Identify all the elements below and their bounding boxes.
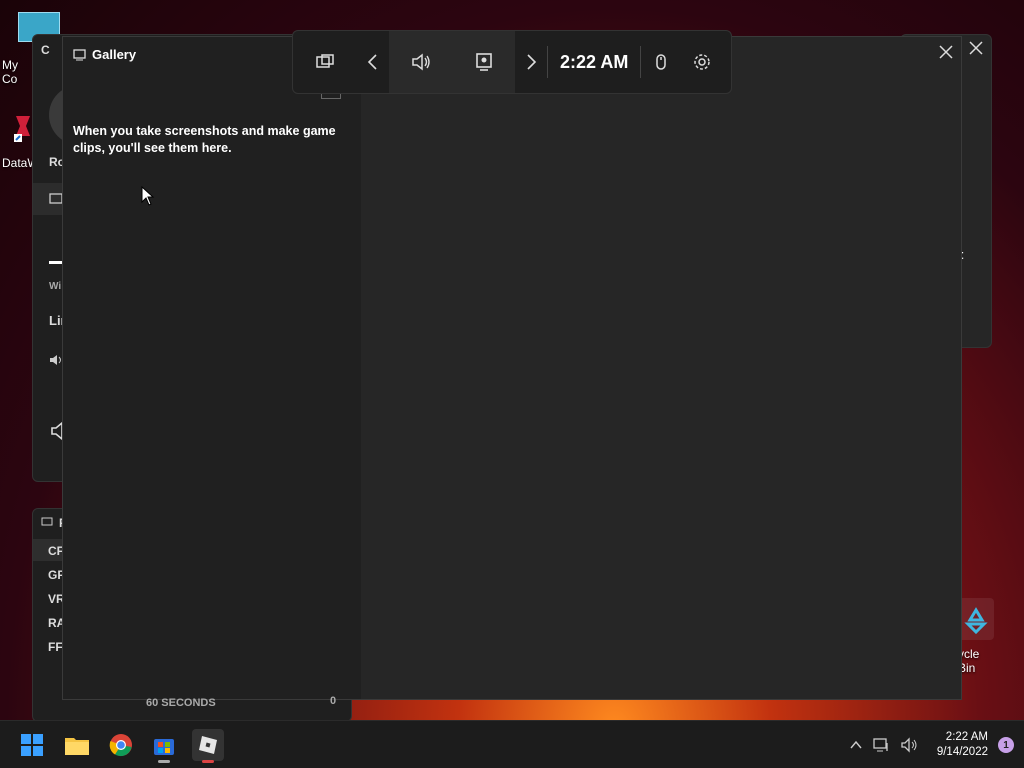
chrome-icon bbox=[109, 734, 132, 757]
gallery-icon bbox=[73, 48, 86, 60]
recycle-bin-icon bbox=[958, 598, 994, 640]
widget-close-button[interactable] bbox=[965, 37, 987, 59]
capture-button[interactable] bbox=[453, 31, 515, 93]
active-indicator bbox=[202, 760, 214, 763]
gallery-title: Gallery bbox=[73, 47, 136, 62]
mouse-button[interactable] bbox=[641, 31, 681, 93]
settings-button[interactable] bbox=[681, 31, 723, 93]
speaker-icon[interactable] bbox=[49, 353, 63, 367]
taskbar: 2:22 AM 9/14/2022 1 bbox=[0, 720, 1024, 768]
audio-button[interactable] bbox=[389, 31, 453, 93]
widget-menu-icon bbox=[316, 54, 334, 68]
volume-icon[interactable] bbox=[901, 737, 919, 753]
windows-logo-icon bbox=[21, 734, 43, 756]
taskbar-clock[interactable]: 2:22 AM 9/14/2022 bbox=[937, 730, 988, 760]
roblox-icon bbox=[199, 736, 217, 754]
chevron-right-icon bbox=[527, 54, 537, 70]
screenshot-icon bbox=[49, 193, 63, 204]
speaker-icon bbox=[412, 53, 430, 71]
progress-indicator bbox=[49, 261, 63, 264]
capture-row-label: Wi bbox=[49, 281, 62, 292]
taskbar-chrome[interactable] bbox=[105, 729, 137, 761]
taskbar-roblox[interactable] bbox=[192, 729, 224, 763]
next-button[interactable] bbox=[515, 31, 547, 93]
record-duration-value: 0 bbox=[330, 695, 337, 707]
notification-badge[interactable]: 1 bbox=[998, 737, 1014, 753]
game-bar-clock: 2:22 AM bbox=[560, 51, 629, 72]
clock-time: 2:22 AM bbox=[945, 731, 988, 743]
chevron-left-icon bbox=[367, 54, 377, 70]
mouse-icon bbox=[656, 54, 667, 70]
taskbar-file-explorer[interactable] bbox=[61, 729, 93, 761]
capture-icon bbox=[476, 53, 492, 71]
system-tray: 2:22 AM 9/14/2022 1 bbox=[849, 721, 1014, 768]
close-icon bbox=[939, 45, 953, 59]
network-icon[interactable] bbox=[873, 737, 891, 753]
chevron-up-icon[interactable] bbox=[849, 738, 863, 752]
store-icon bbox=[154, 739, 174, 755]
record-duration-label: 60 SECONDS bbox=[146, 697, 216, 709]
running-indicator bbox=[158, 760, 170, 763]
desktop-icon-label: My Co bbox=[2, 58, 18, 86]
gallery-window: Gallery When you take screenshots and ma… bbox=[62, 36, 962, 700]
empty-gallery-message: When you take screenshots and make game … bbox=[73, 124, 336, 155]
clock-date: 9/14/2022 bbox=[936, 746, 988, 758]
gallery-close-button[interactable] bbox=[935, 41, 957, 63]
folder-icon bbox=[65, 738, 89, 755]
gallery-sidebar: Gallery When you take screenshots and ma… bbox=[63, 37, 361, 699]
perf-row-label[interactable]: FF bbox=[48, 640, 63, 654]
gallery-title-text: Gallery bbox=[92, 47, 137, 62]
taskbar-microsoft-store[interactable] bbox=[148, 729, 180, 763]
gear-icon bbox=[694, 54, 711, 70]
shortcut-app-icon bbox=[14, 116, 30, 142]
game-bar: 2:22 AM bbox=[292, 30, 732, 94]
widget-menu-button[interactable] bbox=[293, 31, 357, 93]
screenshot-button[interactable] bbox=[33, 183, 63, 215]
mouse-cursor-icon bbox=[141, 186, 155, 206]
widget-title-fragment: C bbox=[41, 43, 50, 57]
previous-button[interactable] bbox=[357, 31, 389, 93]
close-icon bbox=[969, 41, 983, 55]
start-button[interactable] bbox=[16, 729, 48, 761]
performance-icon bbox=[41, 517, 53, 526]
